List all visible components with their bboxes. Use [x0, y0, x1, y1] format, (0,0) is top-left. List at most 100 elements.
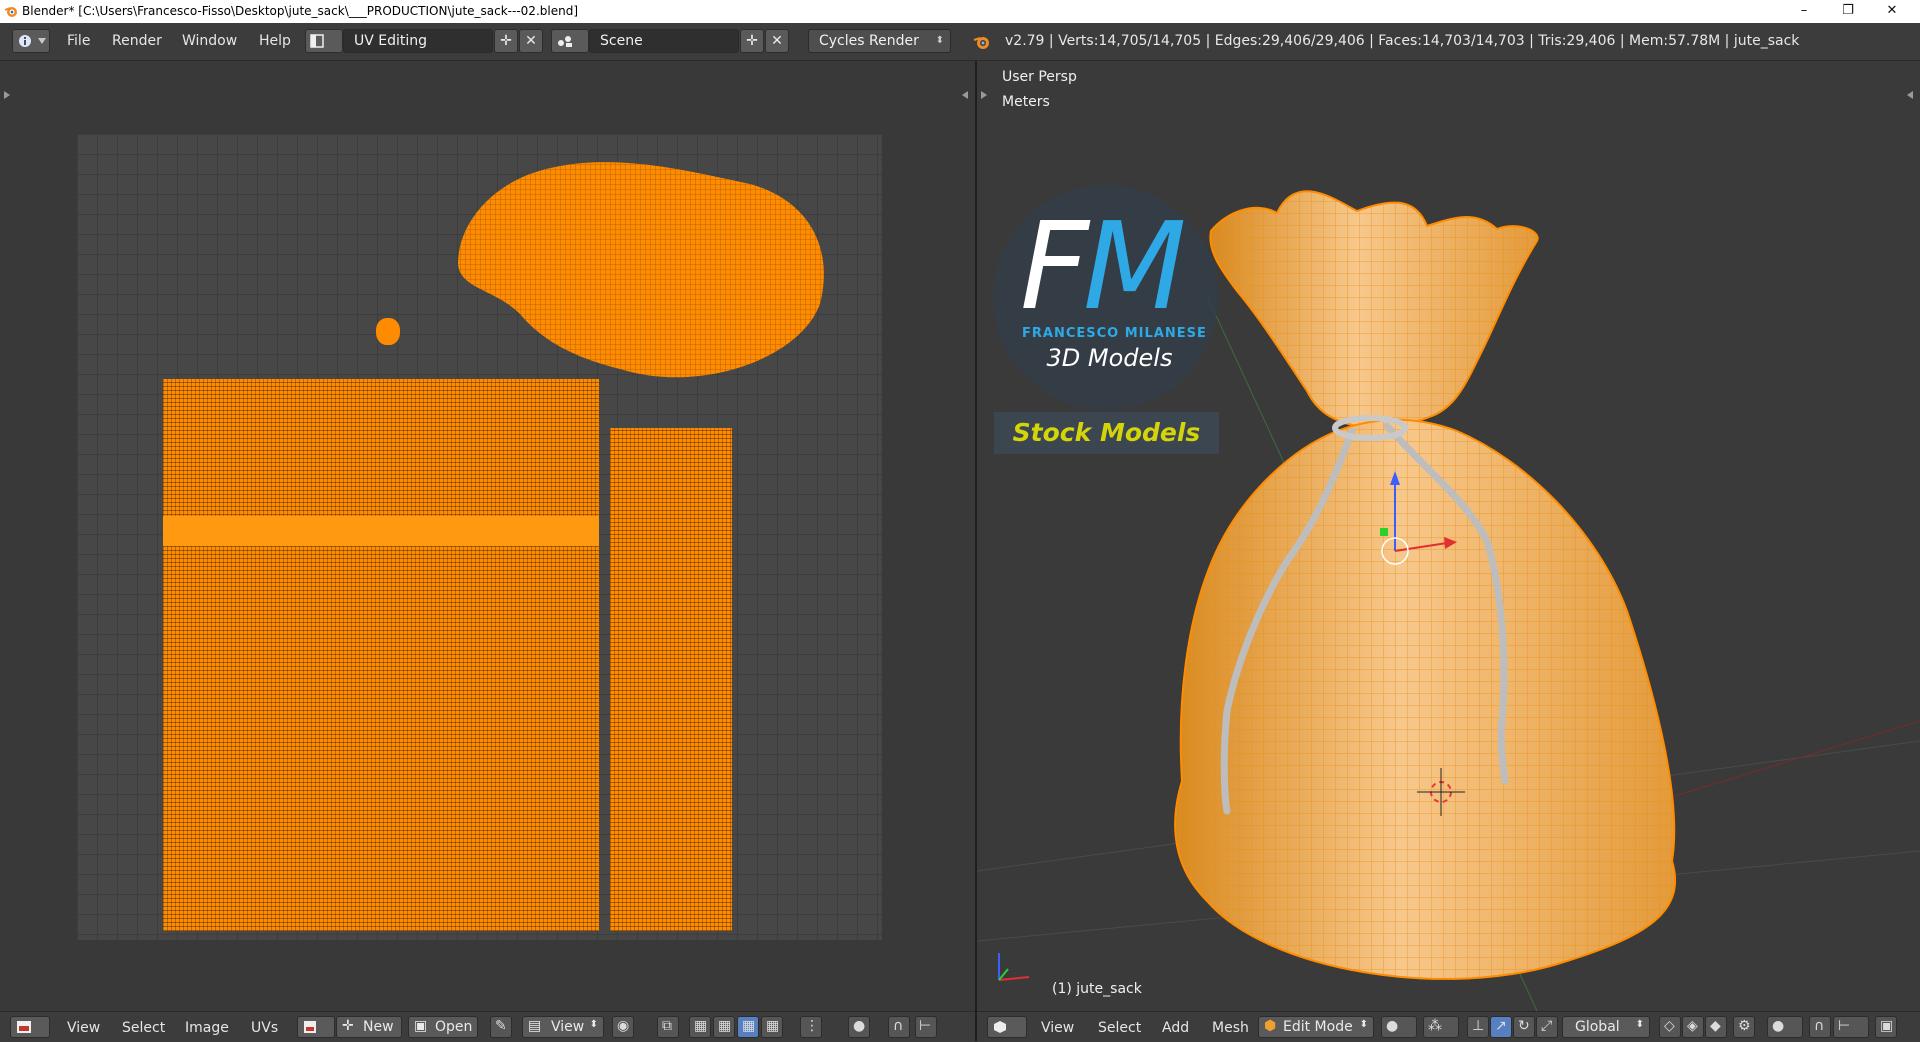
magnet-icon: ∩ — [1814, 1018, 1825, 1034]
rotate-icon: ↻ — [1518, 1018, 1530, 1034]
menu-mesh[interactable]: Mesh — [1212, 1020, 1249, 1036]
rotate-manipulator-button[interactable]: ↻ — [1513, 1016, 1535, 1038]
pivot-icon: ◉ — [617, 1018, 630, 1034]
logo-author-name: FRANCESCO MILANESE — [1022, 326, 1207, 341]
view-icon: ▤ — [528, 1018, 542, 1034]
menu-view[interactable]: View — [1041, 1020, 1074, 1036]
vertex-mode-button[interactable]: ◇ — [1659, 1016, 1681, 1038]
menu-add[interactable]: Add — [1162, 1020, 1189, 1036]
image-editor-icon — [17, 1021, 31, 1033]
snap-button[interactable]: ∩ — [888, 1016, 910, 1038]
pivot-point-select[interactable]: ⁂ — [1423, 1016, 1459, 1038]
menu-select[interactable]: Select — [122, 1020, 165, 1036]
add-layout-button[interactable]: ✛ — [494, 29, 518, 53]
uv-island-band — [163, 516, 599, 546]
open-image-button[interactable]: ▣ Open — [408, 1016, 478, 1038]
editor-type-button[interactable] — [987, 1016, 1027, 1038]
sticky-icon: ⋮ — [805, 1018, 819, 1034]
scene-icon — [558, 36, 572, 47]
limit-selection-button[interactable]: ⚙ — [1733, 1016, 1755, 1038]
close-button[interactable]: ✕ — [1870, 0, 1914, 23]
menu-file[interactable]: File — [67, 33, 90, 49]
pivot-button[interactable]: ◉ — [612, 1016, 634, 1038]
scene-statistics: v2.79 | Verts:14,705/14,705 | Edges:29,4… — [1005, 33, 1800, 49]
updown-arrows-icon: ⬍ — [1635, 1019, 1644, 1030]
snap-element-button[interactable]: ⊢ — [915, 1016, 937, 1038]
snap-element-select[interactable]: ⊢ — [1833, 1016, 1869, 1038]
transform-manipulator[interactable] — [1347, 461, 1467, 571]
menu-view[interactable]: View — [67, 1020, 100, 1036]
mode-select[interactable]: ⬢ Edit Mode ⬍ — [1258, 1016, 1374, 1038]
view3d-icon — [994, 1021, 1006, 1033]
edge-icon: ▦ — [718, 1018, 732, 1034]
pivot-icon: ⁂ — [1428, 1018, 1442, 1034]
uv-island-body — [163, 379, 599, 931]
translate-manipulator-button[interactable]: ↗ — [1490, 1016, 1512, 1038]
scale-manipulator-button[interactable]: ⤢ — [1536, 1016, 1558, 1038]
delete-scene-button[interactable]: ✕ — [765, 29, 789, 53]
snap-element-icon: ⊢ — [1838, 1018, 1851, 1034]
view-mode-select[interactable]: ▤ View ⬍ — [522, 1016, 604, 1038]
add-scene-button[interactable]: ✛ — [740, 29, 764, 53]
proportional-icon: ● — [1772, 1018, 1785, 1034]
manipulator-toggle[interactable]: ⊥ — [1467, 1016, 1489, 1038]
screen-layout-field[interactable]: UV Editing — [343, 29, 493, 53]
render-engine-select[interactable]: Cycles Render ⬍ — [808, 29, 951, 53]
3d-viewport-header: View Select Add Mesh ⬢ Edit Mode ⬍ ● ⁂ ⊥… — [977, 1011, 1920, 1042]
edge-select-button[interactable]: ▦ — [713, 1016, 735, 1038]
sticky-selection-button[interactable]: ⋮ — [800, 1016, 822, 1038]
face-mode-button[interactable]: ◆ — [1705, 1016, 1727, 1038]
edge-icon: ◈ — [1687, 1018, 1698, 1034]
image-browse[interactable] — [297, 1016, 335, 1038]
restore-button[interactable]: ❐ — [1826, 0, 1870, 23]
menu-help[interactable]: Help — [259, 33, 291, 49]
uv-editor-header: View Select Image UVs ✛ New ▣ Open ✎ ▤ V… — [0, 1011, 975, 1042]
scene-field[interactable]: Scene — [589, 29, 739, 53]
snap-button[interactable]: ∩ — [1809, 1016, 1831, 1038]
delete-layout-button[interactable]: ✕ — [519, 29, 543, 53]
sync-selection-button[interactable]: ⧉ — [657, 1016, 679, 1038]
island-select-button[interactable]: ▦ — [761, 1016, 783, 1038]
transform-orientation-select[interactable]: Global ⬍ — [1562, 1016, 1650, 1038]
scale-icon: ⤢ — [1541, 1018, 1553, 1034]
minimize-button[interactable]: – — [1782, 0, 1826, 23]
edge-mode-button[interactable]: ◈ — [1682, 1016, 1704, 1038]
snap-element-icon: ⊢ — [919, 1018, 932, 1034]
pin-icon: ✎ — [495, 1018, 507, 1034]
render-engine-label: Cycles Render — [819, 33, 919, 49]
viewport-shading-select[interactable]: ● — [1381, 1016, 1417, 1038]
menu-uvs[interactable]: UVs — [251, 1020, 278, 1036]
menu-render[interactable]: Render — [112, 33, 162, 49]
uv-island-strip — [610, 428, 732, 931]
sync-icon: ⧉ — [662, 1018, 672, 1034]
island-icon: ▦ — [766, 1018, 780, 1034]
axes-widget-icon — [998, 953, 1030, 981]
scene-browse[interactable] — [551, 29, 589, 53]
proportional-edit-select[interactable]: ● — [1767, 1016, 1803, 1038]
pin-button[interactable]: ✎ — [490, 1016, 512, 1038]
menu-select[interactable]: Select — [1098, 1020, 1141, 1036]
logo-subtitle: 3D Models — [1046, 344, 1173, 372]
updown-arrows-icon: ⬍ — [1359, 1019, 1368, 1030]
uv-image-editor[interactable] — [0, 61, 975, 1011]
face-icon: ▦ — [742, 1018, 756, 1034]
opengl-render-button[interactable]: ▣ — [1875, 1016, 1897, 1038]
fm-logo: FM — [1020, 198, 1187, 337]
vertex-select-button[interactable]: ▦ — [689, 1016, 711, 1038]
proportional-edit-button[interactable]: ● — [848, 1016, 870, 1038]
info-icon — [19, 35, 31, 47]
menu-window[interactable]: Window — [182, 33, 237, 49]
properties-toggle[interactable] — [962, 91, 968, 99]
active-object-label: (1) jute_sack — [1052, 981, 1142, 997]
menu-image[interactable]: Image — [185, 1020, 229, 1036]
face-select-button[interactable]: ▦ — [737, 1016, 759, 1038]
new-image-button[interactable]: ✛ New — [336, 1016, 402, 1038]
editor-type-button[interactable] — [10, 1016, 50, 1038]
plus-icon: ✛ — [746, 33, 758, 49]
toolshelf-toggle[interactable] — [4, 91, 10, 99]
close-icon: ✕ — [771, 33, 783, 49]
screen-layout-browse[interactable] — [305, 29, 343, 53]
face-icon: ◆ — [1710, 1018, 1721, 1034]
editor-type-button[interactable] — [12, 29, 50, 53]
manipulator-icon: ⊥ — [1472, 1018, 1485, 1034]
